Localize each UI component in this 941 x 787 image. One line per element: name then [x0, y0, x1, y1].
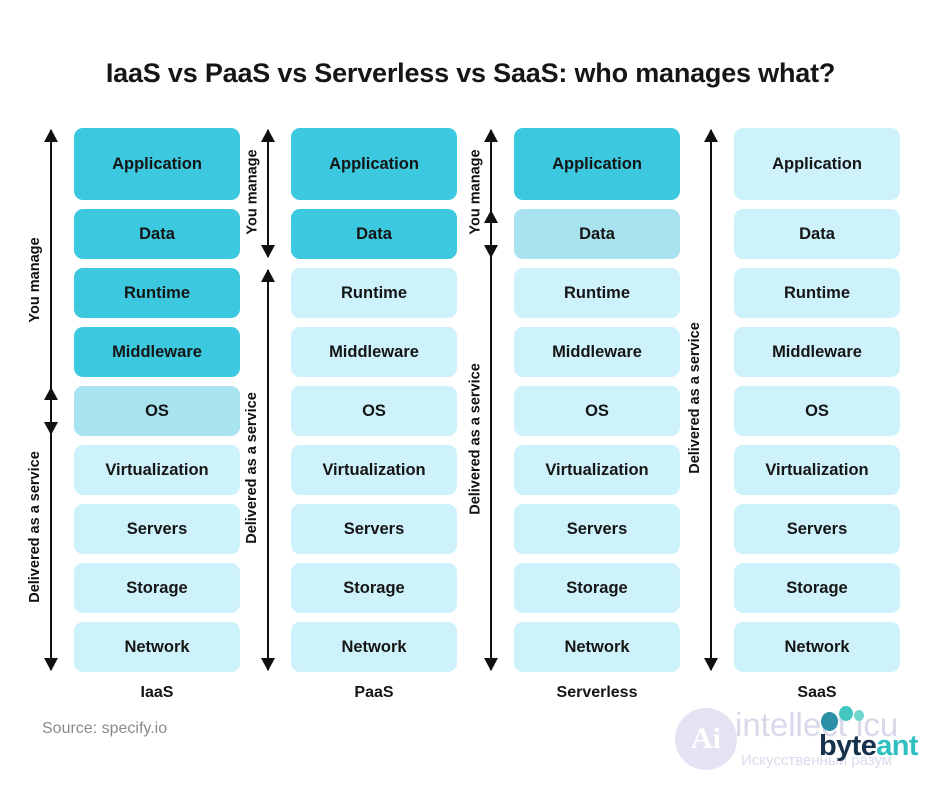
- column-label-paas: PaaS: [354, 684, 394, 701]
- layer-box: Virtualization: [291, 445, 457, 495]
- layer-box: Data: [734, 209, 900, 259]
- layer-box: Network: [514, 622, 680, 672]
- layer-box: Runtime: [734, 268, 900, 318]
- byteant-dot-icon: [839, 706, 853, 721]
- byteant-logo-second: ant: [876, 730, 918, 762]
- layer-box: Servers: [514, 504, 680, 554]
- layer-box: Middleware: [734, 327, 900, 377]
- arrow-shaft: [710, 130, 713, 670]
- layer-stack: Application Data Runtime Middleware OS Virtua…: [514, 128, 680, 681]
- layer-box: Servers: [734, 504, 900, 554]
- layer-box: Middleware: [514, 327, 680, 377]
- layer-box: OS: [734, 386, 900, 436]
- layer-box: Storage: [514, 563, 680, 613]
- arrow-head-down-icon: [484, 658, 498, 671]
- service-column-paas: Application Data Runtime Middleware OS Virtua…: [244, 128, 465, 701]
- layer-box: Storage: [734, 563, 900, 613]
- layer-stack: Application Data Runtime Middleware OS Virtua…: [291, 128, 457, 681]
- arrow-head-up-icon: [44, 129, 58, 142]
- service-column-iaas: Application Data Runtime Middleware OS Virtua…: [27, 128, 248, 701]
- ai-badge-icon: Ai: [675, 708, 737, 770]
- layer-box: Data: [74, 209, 240, 259]
- layer-stack: Application Data Runtime Middleware OS Virtua…: [734, 128, 900, 681]
- layer-box: Data: [291, 209, 457, 259]
- layer-box: Runtime: [74, 268, 240, 318]
- column-label-serverless: Serverless: [556, 684, 638, 701]
- layer-box: OS: [514, 386, 680, 436]
- arrow-head-down-icon: [261, 658, 275, 671]
- layer-box: Network: [734, 622, 900, 672]
- layer-box: Servers: [291, 504, 457, 554]
- layer-box: Virtualization: [514, 445, 680, 495]
- layer-box: Application: [514, 128, 680, 200]
- arrow-head-up-icon: [261, 269, 275, 282]
- layer-box: Data: [514, 209, 680, 259]
- arrow-label: Delivered as a service: [244, 392, 260, 544]
- layer-stack: Application Data Runtime Middleware OS Virtua…: [74, 128, 240, 681]
- layer-box: Middleware: [291, 327, 457, 377]
- arrow-head-up-icon: [484, 210, 498, 223]
- arrow-label: Delivered as a service: [27, 451, 43, 603]
- layer-box: Middleware: [74, 327, 240, 377]
- watermark: Ai intellect icu Искусственный разум byt…: [669, 694, 941, 786]
- byteant-dot-icon: [821, 712, 838, 731]
- arrow-label: Delivered as a service: [467, 362, 483, 515]
- source-note: Source: specify.io: [42, 720, 168, 737]
- layer-box: Virtualization: [74, 445, 240, 495]
- arrow-head-up-icon: [484, 129, 498, 142]
- layer-box: OS: [291, 386, 457, 436]
- arrow-shaft: [490, 211, 493, 670]
- column-label-iaas: IaaS: [140, 684, 174, 701]
- arrow-head-up-icon: [261, 129, 275, 142]
- layer-box: Runtime: [514, 268, 680, 318]
- arrow-label: You manage: [244, 148, 260, 235]
- page-title: IaaS vs PaaS vs Serverless vs SaaS: who …: [105, 58, 836, 88]
- arrow-head-up-icon: [44, 387, 58, 400]
- arrow-head-down-icon: [704, 658, 718, 671]
- layer-box: OS: [74, 386, 240, 436]
- stack-comparison-diagram: Application Data Runtime Middleware OS Virtua…: [0, 128, 941, 701]
- arrow-shaft: [50, 388, 53, 670]
- arrow-shaft: [267, 270, 270, 670]
- service-column-serverless: Application Data Runtime Middleware OS Virtua…: [467, 128, 688, 701]
- layer-box: Storage: [291, 563, 457, 613]
- byteant-dot-icon: [854, 710, 864, 721]
- layer-box: Application: [291, 128, 457, 200]
- service-column-saas: Application Data Runtime Middleware OS Virtua…: [687, 128, 908, 701]
- byteant-logo-first: byte: [819, 730, 877, 762]
- arrow-shaft: [267, 130, 270, 257]
- layer-box: Servers: [74, 504, 240, 554]
- arrow-head-up-icon: [704, 129, 718, 142]
- arrow-head-down-icon: [261, 245, 275, 258]
- layer-box: Application: [734, 128, 900, 200]
- layer-box: Storage: [74, 563, 240, 613]
- arrow-label: Delivered as a service: [687, 322, 703, 474]
- layer-box: Virtualization: [734, 445, 900, 495]
- byteant-logo: byteant: [819, 730, 919, 763]
- layer-box: Runtime: [291, 268, 457, 318]
- layer-box: Application: [74, 128, 240, 200]
- layer-box: Network: [291, 622, 457, 672]
- layer-box: Network: [74, 622, 240, 672]
- arrow-head-down-icon: [44, 658, 58, 671]
